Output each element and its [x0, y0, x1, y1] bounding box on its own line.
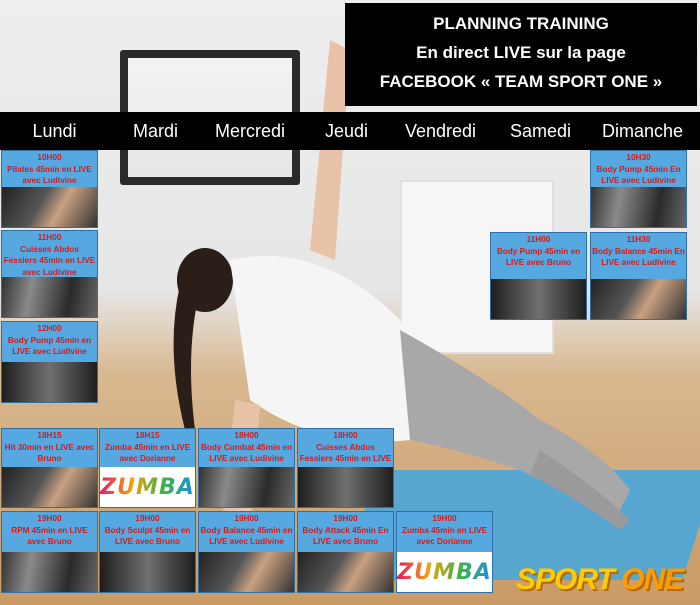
session-title: Hit 30min en LIVE avec Bruno	[4, 442, 95, 464]
session-time: 19H00	[234, 514, 259, 523]
session-photo	[2, 467, 97, 507]
session-card[interactable]: 11H00 Body Pump 45min en LIVE avec Bruno	[490, 232, 587, 320]
session-time: 10H30	[626, 153, 651, 162]
session-time: 19H00	[37, 514, 62, 523]
session-title: Body Sculpt 45min en LIVE avec Bruno	[104, 525, 191, 547]
session-photo	[2, 187, 97, 227]
session-card[interactable]: 11H30 Body Balance 45min En LIVE avec Lud…	[590, 232, 687, 320]
day-vendredi: Vendredi	[404, 121, 477, 141]
header-title: PLANNING TRAINING	[433, 14, 609, 33]
session-title: Cuisses Abdos Fessiers 45min en LIVE Bru…	[299, 442, 392, 469]
session-time: 19H00	[135, 514, 160, 523]
day-samedi: Samedi	[509, 121, 572, 141]
day-mercredi: Mercredi	[214, 121, 285, 141]
session-time: 11H00	[526, 235, 551, 244]
session-photo	[298, 552, 393, 592]
session-time: 18H00	[234, 431, 259, 440]
session-card[interactable]: 10H30 Body Pump 45min En LIVE avec Ludivi…	[590, 150, 687, 228]
weekday-header-bar: Lundi Mardi Mercredi Jeudi Vendredi Same…	[0, 112, 700, 150]
session-time: 18H00	[333, 431, 358, 440]
session-title: Body Combat 45min en LIVE avec Ludivine	[201, 442, 292, 464]
session-card[interactable]: 19H00 RPM 45min en LIVE avec Bruno	[1, 511, 98, 593]
header-facebook-page: FACEBOOK « TEAM SPORT ONE »	[379, 72, 663, 91]
session-time: 11H00	[37, 233, 62, 242]
session-title: Zumba 45min en LIVE avec Dorianne	[104, 442, 191, 464]
day-lundi: Lundi	[32, 121, 77, 141]
zumba-logo: ZUMBA	[100, 467, 195, 507]
session-card[interactable]: 18H00 Body Combat 45min en LIVE avec Ludi…	[198, 428, 295, 508]
session-time: 19H00	[432, 514, 457, 523]
session-title: Body Balance 45min en LIVE avec Ludivine	[200, 525, 293, 547]
session-photo	[491, 279, 586, 319]
day-dimanche: Dimanche	[601, 121, 684, 141]
session-title: Body Attack 45min En LIVE avec Bruno	[302, 525, 389, 547]
session-card[interactable]: 18H00 Cuisses Abdos Fessiers 45min en LIV…	[297, 428, 394, 508]
session-time: 12H00	[37, 324, 62, 333]
session-title: Body Balance 45min En LIVE avec Ludivine	[592, 246, 685, 268]
session-time: 10H00	[37, 153, 62, 162]
session-title: Body Pump 45min En LIVE avec Ludivine	[596, 164, 681, 186]
session-card[interactable]: 12H00 Body Pump 45min en LIVE avec Ludivi…	[1, 321, 98, 403]
header-subtitle: En direct LIVE sur la page	[416, 43, 626, 62]
session-title: Pilates 45min en LIVE avec Ludivine	[7, 164, 92, 186]
session-card[interactable]: 10H00 Pilates 45min en LIVE avec Ludivine	[1, 150, 98, 228]
session-card[interactable]: 19H00 Body Sculpt 45min en LIVE avec Brun…	[99, 511, 196, 593]
session-photo	[199, 467, 294, 507]
session-card[interactable]: 19H00 Body Attack 45min En LIVE avec Brun…	[297, 511, 394, 593]
session-title: Body Pump 45min en LIVE avec Ludivine	[7, 335, 92, 357]
session-card[interactable]: 19H00 Body Balance 45min en LIVE avec Lud…	[198, 511, 295, 593]
session-title: Cuisses Abdos Fessiers 45min en LIVE ave…	[3, 244, 96, 277]
header-banner: PLANNING TRAINING En direct LIVE sur la …	[345, 3, 697, 106]
session-photo	[298, 467, 393, 507]
session-time: 11H30	[626, 235, 651, 244]
session-time: 18H15	[37, 431, 62, 440]
session-photo	[2, 362, 97, 402]
session-card[interactable]: 18H15 Zumba 45min en LIVE avec Dorianne Z…	[99, 428, 196, 508]
session-card[interactable]: 18H15 Hit 30min en LIVE avec Bruno	[1, 428, 98, 508]
session-card[interactable]: 11H00 Cuisses Abdos Fessiers 45min en LIV…	[1, 230, 98, 318]
session-photo	[591, 279, 686, 319]
sport-one-logo: SPORT ONE	[516, 563, 684, 596]
session-photo	[100, 552, 195, 592]
session-time: 18H15	[135, 431, 160, 440]
day-mardi: Mardi	[132, 121, 178, 141]
session-card[interactable]: 19H00 Zumba 45min en LIVE avec Dorianne Z…	[396, 511, 493, 593]
session-title: Zumba 45min en LIVE avec Dorianne	[401, 525, 488, 547]
session-title: RPM 45min en LIVE avec Bruno	[11, 525, 88, 547]
session-photo	[2, 552, 97, 592]
session-time: 19H00	[333, 514, 358, 523]
day-jeudi: Jeudi	[324, 121, 369, 141]
session-title: Body Pump 45min en LIVE avec Bruno	[496, 246, 581, 268]
zumba-logo: ZUMBA	[397, 552, 492, 592]
session-photo	[199, 552, 294, 592]
session-photo	[591, 187, 686, 227]
session-photo	[2, 277, 97, 317]
